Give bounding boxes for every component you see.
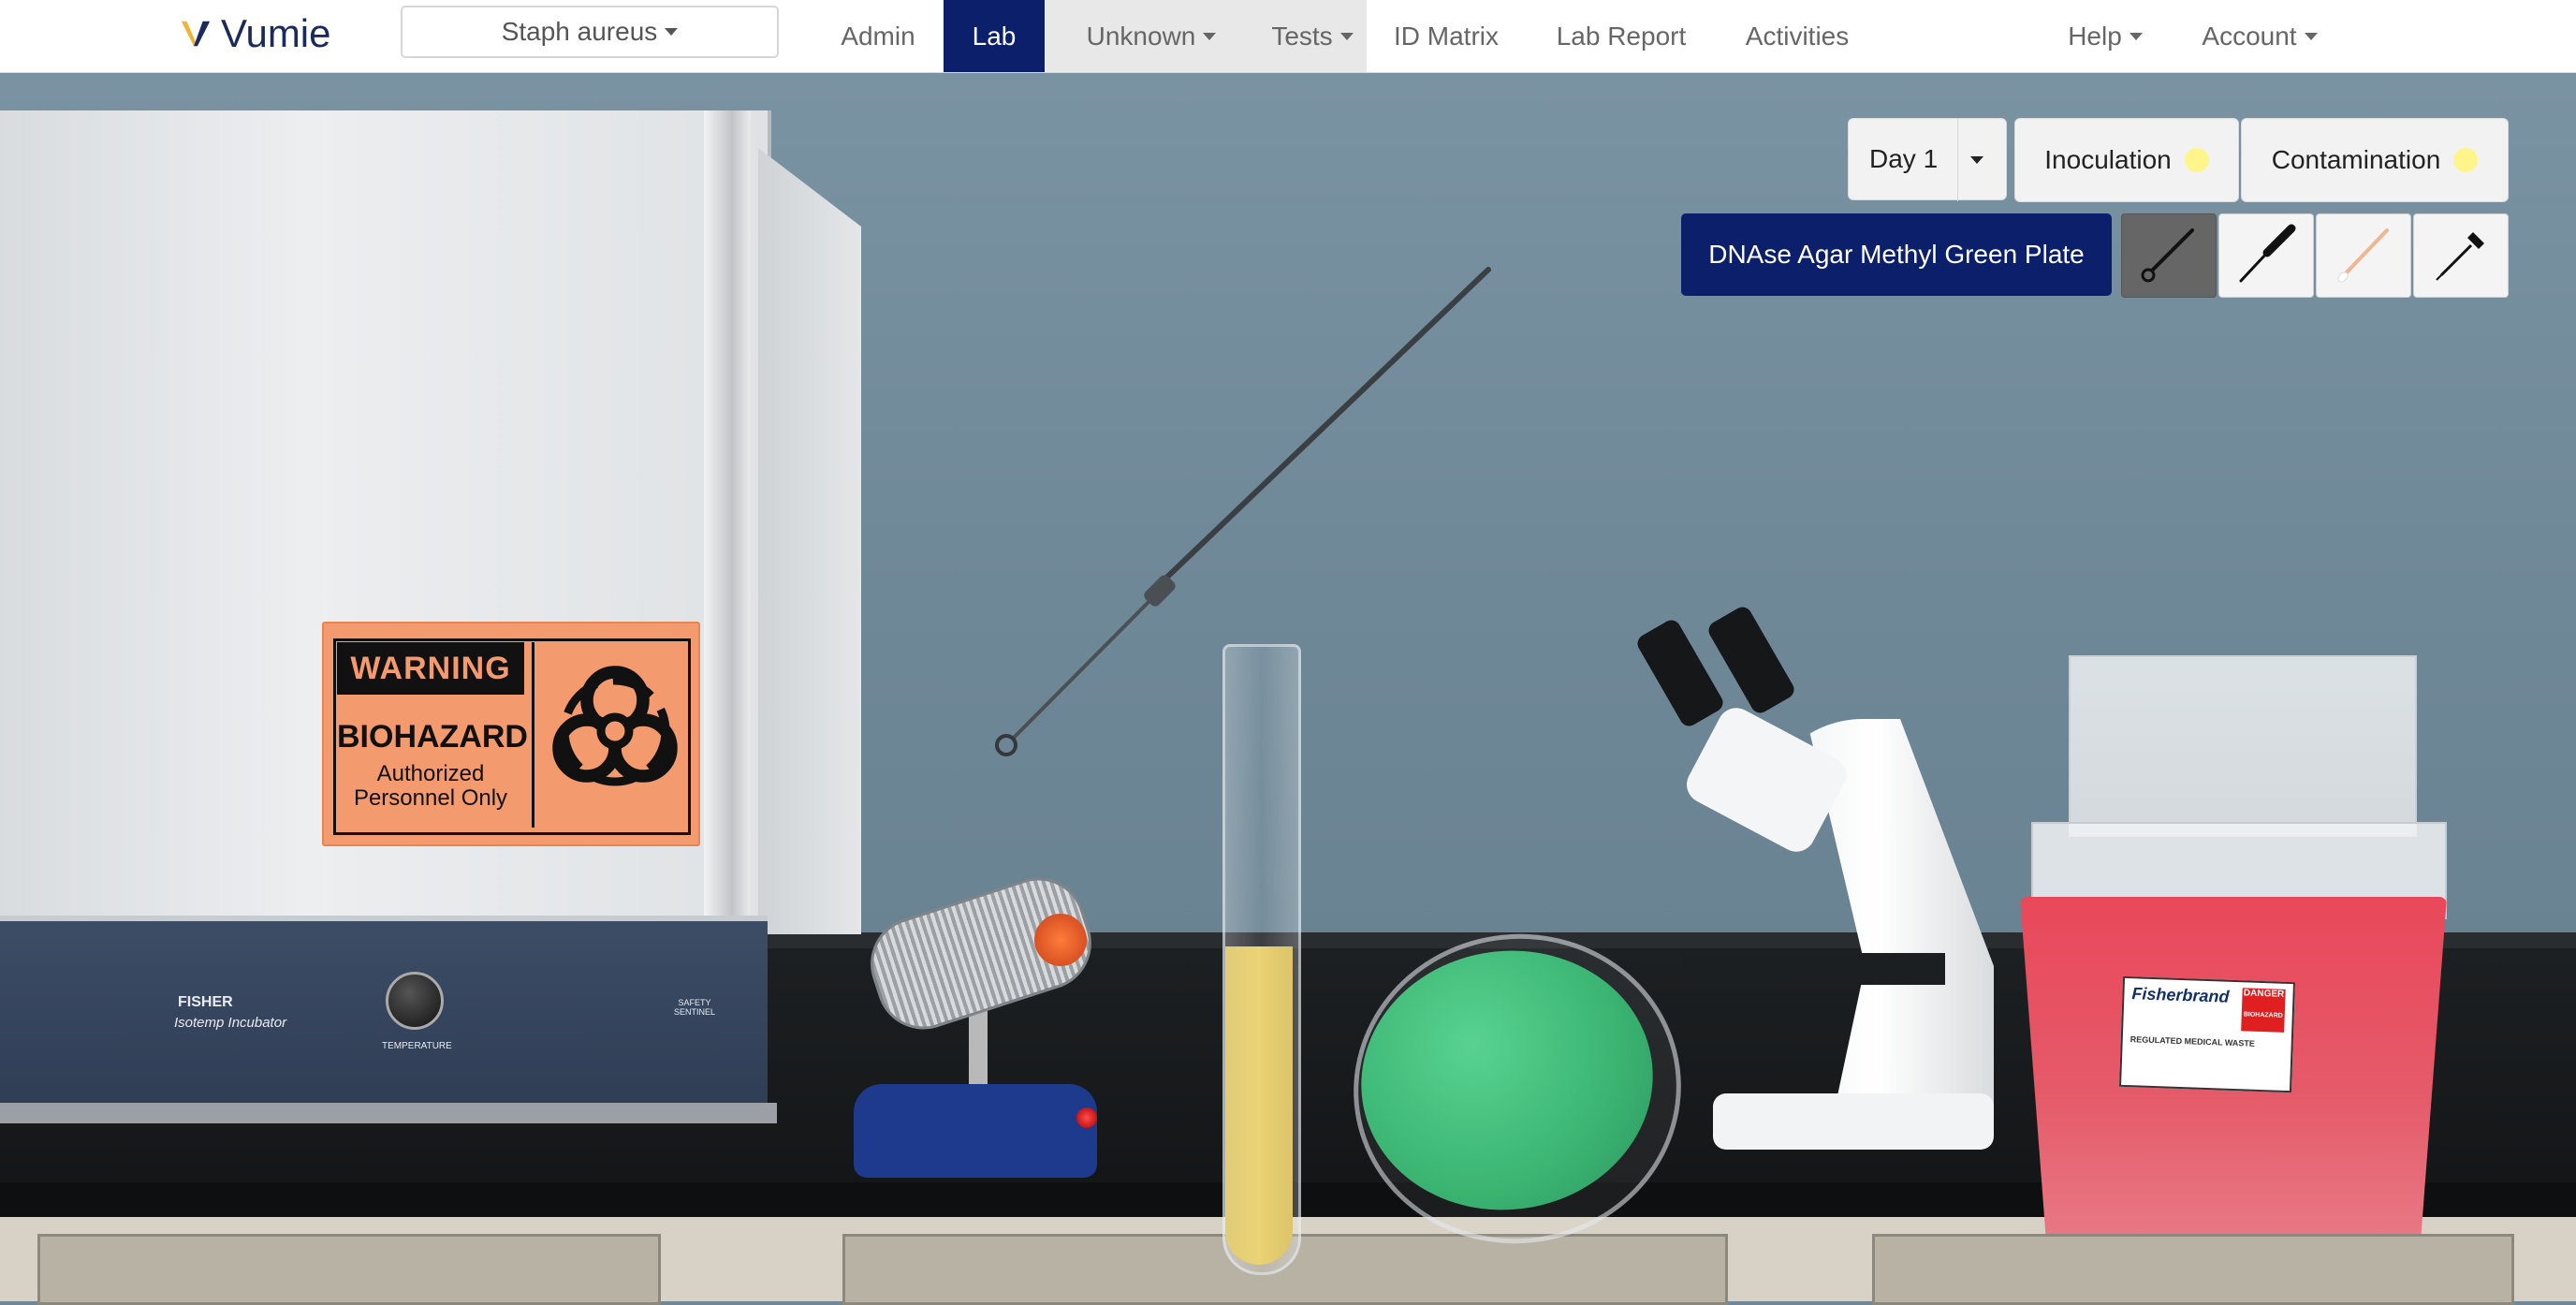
nav-id-matrix-label: ID Matrix: [1394, 21, 1499, 51]
safety-sentinel-label: SAFETY SENTINEL: [673, 998, 715, 1017]
nav-lab-report-label: Lab Report: [1556, 21, 1687, 51]
day-select-value: Day 1: [1869, 144, 1939, 173]
chevron-down-icon: [1203, 32, 1217, 40]
warning-subtext-line2: Personnel Only: [353, 785, 508, 811]
organism-select-value: Staph aureus: [501, 17, 658, 46]
nav-unknown-dropdown[interactable]: Unknown: [1045, 0, 1258, 72]
incubator-control-panel: [0, 916, 768, 1108]
swab-icon: [2337, 228, 2389, 283]
sharps-waste-text: REGULATED MEDICAL WASTE: [2130, 1034, 2256, 1048]
day-select[interactable]: Day 1: [1848, 118, 2007, 201]
inoculating-needle-icon: [2239, 224, 2296, 283]
nav-help-dropdown[interactable]: Help: [2050, 0, 2160, 72]
chevron-down-icon: [1970, 156, 1983, 164]
sharps-danger-badge: DANGER BIOHAZARD: [2241, 988, 2286, 1033]
warning-hazard: BIOHAZARD: [337, 719, 528, 755]
dropper-icon: [2436, 232, 2484, 281]
incubator-door-edge: [704, 110, 751, 916]
nav-tests-label: Tests: [1271, 21, 1333, 51]
nav-lab-report[interactable]: Lab Report: [1535, 0, 1707, 72]
chevron-down-icon: [1339, 32, 1354, 40]
temperature-knob: [386, 972, 444, 1030]
sharps-brand: Fisherbrand: [2131, 984, 2230, 1006]
incubator-model: Isotemp Incubator: [174, 1015, 287, 1031]
organism-select[interactable]: Staph aureus: [401, 6, 779, 58]
nav-activities[interactable]: Activities: [1728, 0, 1866, 72]
biohazard-icon: [552, 666, 678, 786]
chevron-down-icon: [2304, 32, 2318, 40]
incinerator-glow: [1034, 914, 1087, 966]
sharps-hazard-text: BIOHAZARD: [2243, 1011, 2283, 1019]
burner-base: [854, 1084, 1097, 1178]
incubator-base: [0, 1103, 777, 1123]
top-navbar: Vumie Staph aureus Admin Lab Unknown Tes…: [0, 0, 2576, 73]
day-select-divider: [1957, 119, 1958, 201]
nav-account-dropdown[interactable]: Account: [2187, 0, 2333, 72]
brand-name: Vumie: [221, 11, 331, 55]
nav-tests-dropdown[interactable]: Tests: [1258, 0, 1367, 72]
burner-indicator-light: [1076, 1107, 1097, 1128]
microscope-stage: [1683, 953, 1945, 985]
microscope[interactable]: [1713, 1093, 1994, 1150]
incubator-side: [758, 148, 861, 934]
cabinet-door: [37, 1234, 661, 1305]
tool-inoculating-loop[interactable]: [2121, 213, 2217, 298]
inoculation-status-dot: [2184, 148, 2209, 172]
incubator-brand: FISHER: [178, 994, 233, 1010]
nav-admin-label: Admin: [841, 21, 915, 51]
nav-help-label: Help: [2068, 21, 2122, 51]
tool-inoculating-needle[interactable]: [2218, 213, 2314, 298]
nav-unknown-label: Unknown: [1086, 21, 1196, 51]
contamination-status-dot: [2453, 148, 2479, 172]
biohazard-warning-label: WARNING BIOHAZARD Authorized Personnel O…: [322, 622, 700, 846]
sharps-danger-text: DANGER: [2243, 988, 2285, 1000]
nav-id-matrix[interactable]: ID Matrix: [1376, 0, 1516, 72]
nav-account-label: Account: [2202, 21, 2297, 51]
nav-lab-label: Lab: [972, 21, 1017, 51]
cabinet-door: [1872, 1234, 2514, 1305]
chevron-down-icon: [665, 28, 679, 36]
inoculating-loop-cursor[interactable]: [988, 251, 1512, 775]
warning-title: WARNING: [337, 642, 524, 695]
vumie-logo-icon: [181, 21, 211, 47]
inoculation-label: Inoculation: [2044, 145, 2172, 174]
nav-admin[interactable]: Admin: [820, 0, 936, 72]
sharps-container-lid: [2069, 655, 2417, 837]
nav-lab[interactable]: Lab: [944, 0, 1045, 72]
tool-dropper[interactable]: [2413, 213, 2509, 298]
contamination-label: Contamination: [2271, 145, 2441, 174]
selected-plate-button[interactable]: DNAse Agar Methyl Green Plate: [1681, 213, 2112, 296]
inoculation-toggle[interactable]: Inoculation: [2014, 118, 2239, 202]
selected-plate-label: DNAse Agar Methyl Green Plate: [1708, 240, 2085, 269]
warning-subtext-line1: Authorized: [376, 761, 485, 786]
chevron-down-icon: [2129, 32, 2143, 40]
warning-subtext: Authorized Personnel Only: [337, 762, 524, 811]
nav-activities-label: Activities: [1745, 21, 1850, 51]
warning-divider: [532, 642, 534, 828]
contamination-toggle[interactable]: Contamination: [2241, 118, 2509, 202]
brand[interactable]: Vumie: [178, 6, 331, 62]
sharps-container-label: Fisherbrand DANGER BIOHAZARD REGULATED M…: [2118, 975, 2296, 1093]
inoculating-loop-icon: [2141, 228, 2194, 283]
tool-swab[interactable]: [2316, 213, 2411, 298]
temperature-label: TEMPERATURE: [382, 1041, 452, 1051]
